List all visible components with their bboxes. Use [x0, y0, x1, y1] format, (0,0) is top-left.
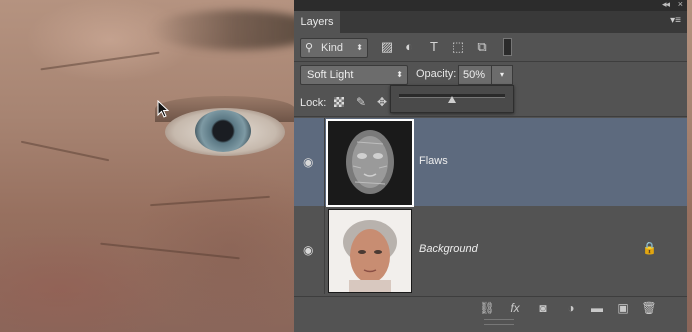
filter-toggle[interactable] — [503, 38, 512, 56]
divider — [294, 116, 687, 117]
blend-mode-value: Soft Light — [307, 69, 354, 81]
new-adjustment-icon[interactable]: ◑ — [562, 298, 580, 318]
filter-kind-label: Kind — [321, 42, 344, 54]
wrinkle — [20, 140, 110, 162]
close-icon[interactable]: × — [678, 0, 683, 9]
type-filter-icon[interactable]: T — [426, 37, 442, 57]
image-filter-icon[interactable]: ▨ — [379, 37, 395, 57]
opacity-slider-thumb[interactable] — [448, 96, 456, 103]
opacity-dropdown-button[interactable]: ▾ — [491, 65, 513, 85]
panel-resize-grip[interactable] — [484, 319, 514, 325]
flaws-thumbnail-image — [329, 122, 411, 204]
lock-pixels-icon[interactable]: ✎ — [353, 93, 369, 111]
tab-row: Layers ▾≡ — [294, 11, 687, 33]
divider — [294, 61, 687, 62]
lock-label: Lock: — [300, 97, 327, 109]
panel-menu-icon[interactable]: ▾≡ — [670, 15, 681, 26]
layer-thumbnail-background[interactable] — [328, 209, 412, 293]
layers-bottom-bar: ⛓ fx ◙ ◑ ▬ ▣ 🗑 — [294, 296, 687, 319]
new-layer-icon[interactable]: ▣ — [614, 298, 632, 318]
opacity-label: Opacity: — [416, 68, 457, 80]
layer-row-background[interactable]: ◉ Background 🔒 — [294, 206, 687, 294]
wrinkle — [150, 195, 270, 207]
panel-titlebar: ◂◂ × — [294, 0, 687, 11]
new-group-icon[interactable]: ▬ — [588, 298, 606, 318]
adjustment-filter-icon[interactable]: ◐ — [401, 37, 417, 57]
shape-filter-icon[interactable]: ⬚ — [450, 37, 466, 57]
opacity-slider-popup — [390, 85, 514, 113]
layer-list: ◉ Flaws ◉ Background 🔒 — [294, 118, 687, 296]
wrinkle — [40, 51, 160, 71]
link-layers-icon[interactable]: ⛓ — [478, 298, 496, 318]
chevron-updown-icon: ⬍ — [396, 70, 403, 79]
visibility-eye-icon[interactable]: ◉ — [303, 243, 313, 257]
layer-name-background[interactable]: Background — [419, 243, 478, 255]
filter-kind-select[interactable]: ⚲ Kind ⬍ — [300, 38, 368, 58]
opacity-input[interactable]: 50% — [458, 65, 492, 85]
collapse-icon[interactable]: ◂◂ — [662, 0, 670, 10]
layer-name-flaws[interactable]: Flaws — [419, 155, 448, 167]
smart-object-filter-icon[interactable]: ⧉ — [474, 37, 490, 57]
layers-panel: ◂◂ × Layers ▾≡ ⚲ Kind ⬍ ▨ ◐ T ⬚ ⧉ Soft L… — [294, 0, 687, 332]
visibility-column: ◉ — [294, 118, 325, 206]
fx-icon[interactable]: fx — [506, 298, 524, 318]
lock-icon: 🔒 — [642, 241, 657, 255]
mouse-cursor-icon — [157, 100, 169, 118]
search-icon: ⚲ — [305, 42, 314, 54]
tab-layers[interactable]: Layers — [294, 11, 340, 33]
iris — [195, 110, 251, 152]
add-mask-icon[interactable]: ◙ — [534, 298, 552, 318]
background-thumbnail-image — [329, 210, 411, 292]
delete-layer-icon[interactable]: 🗑 — [640, 298, 658, 318]
layer-row-flaws[interactable]: ◉ Flaws — [294, 118, 687, 207]
blend-mode-select[interactable]: Soft Light ⬍ — [300, 65, 408, 85]
layer-thumbnail-flaws[interactable] — [326, 119, 414, 207]
chevron-updown-icon: ⬍ — [356, 43, 363, 52]
lock-transparency-icon[interactable] — [334, 97, 344, 107]
wrinkle — [100, 242, 240, 260]
lock-position-icon[interactable]: ✥ — [374, 93, 390, 111]
visibility-eye-icon[interactable]: ◉ — [303, 155, 313, 169]
visibility-column: ◉ — [294, 206, 325, 294]
